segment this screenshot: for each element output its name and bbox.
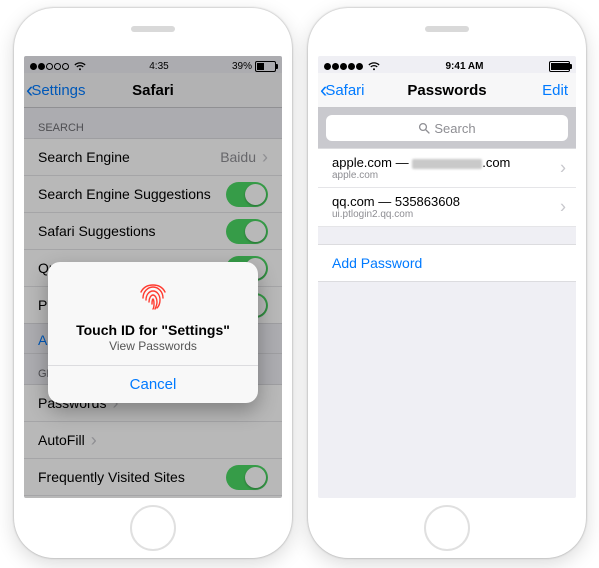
nav-bar: ‹ Safari Passwords Edit	[318, 73, 576, 108]
search-icon	[418, 122, 430, 134]
password-title: qq.com — 535863608	[332, 194, 562, 209]
password-subtitle: apple.com	[332, 170, 562, 181]
back-label: Safari	[325, 82, 364, 99]
speaker	[425, 26, 469, 32]
speaker	[131, 26, 175, 32]
search-input[interactable]: Search	[326, 115, 568, 141]
obscured-text	[412, 159, 482, 169]
chevron-right-icon: ›	[560, 197, 566, 218]
search-bar-container: Search	[318, 108, 576, 148]
back-button[interactable]: ‹ Safari	[318, 82, 365, 99]
password-subtitle: ui.ptlogin2.qq.com	[332, 209, 562, 220]
touch-id-alert: Touch ID for "Settings" View Passwords C…	[48, 262, 258, 403]
screen-right: 9:41 AM ‹ Safari Passwords Edit Search	[318, 56, 576, 498]
screen-left: 4:35 39% ‹ Settings Safari SEARCH Search…	[24, 56, 282, 498]
chevron-right-icon: ›	[560, 158, 566, 179]
touch-id-icon	[135, 278, 171, 314]
password-title: apple.com — .com	[332, 155, 562, 170]
password-row[interactable]: apple.com — .com apple.com ›	[318, 148, 576, 188]
home-button[interactable]	[424, 505, 470, 551]
password-title-prefix: apple.com —	[332, 155, 412, 170]
alert-title: Touch ID for "Settings"	[58, 322, 248, 338]
password-title-suffix: .com	[482, 155, 510, 170]
battery	[549, 61, 570, 72]
edit-button[interactable]: Edit	[542, 82, 568, 99]
search-placeholder: Search	[434, 121, 475, 136]
signal-dots	[324, 62, 380, 71]
home-button[interactable]	[130, 505, 176, 551]
iphone-frame-right: 9:41 AM ‹ Safari Passwords Edit Search	[308, 8, 586, 558]
status-bar: 9:41 AM	[318, 56, 576, 73]
password-list[interactable]: apple.com — .com apple.com › qq.com — 53…	[318, 148, 576, 227]
add-password-label: Add Password	[332, 255, 422, 271]
iphone-frame-left: 4:35 39% ‹ Settings Safari SEARCH Search…	[14, 8, 292, 558]
password-row[interactable]: qq.com — 535863608 ui.ptlogin2.qq.com ›	[318, 188, 576, 227]
alert-cancel-button[interactable]: Cancel	[48, 365, 258, 403]
wifi-icon	[368, 62, 380, 71]
alert-message: View Passwords	[58, 339, 248, 353]
status-time: 9:41 AM	[446, 61, 484, 72]
add-password-button[interactable]: Add Password	[318, 244, 576, 282]
